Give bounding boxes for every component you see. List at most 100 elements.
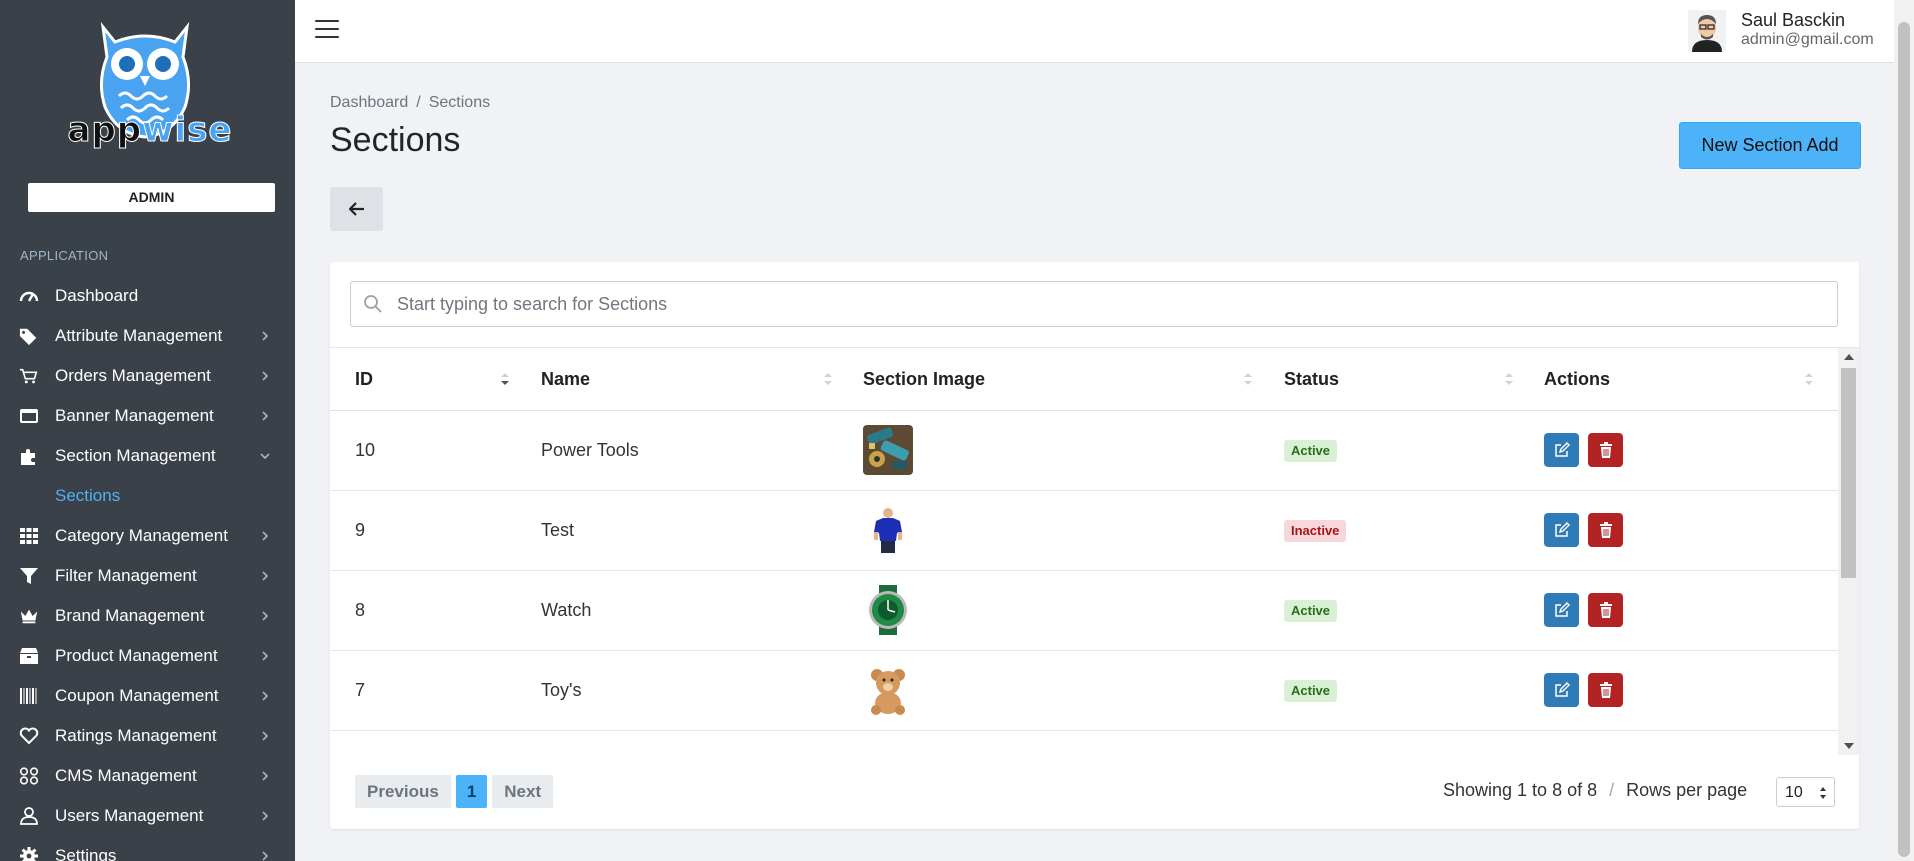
teddy-bear-image [863, 665, 913, 715]
delete-button[interactable] [1588, 593, 1623, 627]
banner-icon [19, 407, 39, 425]
showing-text: Showing 1 to 8 of 8 [1443, 780, 1598, 800]
sidebar-item-filter-management[interactable]: Filter Management [0, 556, 295, 596]
sidebar-item-product-management[interactable]: Product Management [0, 636, 295, 676]
cell-name: Watch [541, 600, 592, 620]
puzzle-icon [19, 447, 39, 465]
chevron-down-icon [260, 453, 270, 460]
column-header-name[interactable]: Name [541, 348, 590, 410]
previous-page-button[interactable]: Previous [355, 775, 451, 808]
page-scrollbar[interactable] [1894, 0, 1914, 861]
tags-icon [19, 327, 39, 345]
edit-button[interactable] [1544, 593, 1579, 627]
arrow-left-icon [348, 202, 364, 216]
sidebar: appwise ADMIN APPLICATION Dashboard Attr… [0, 0, 295, 861]
hamburger-menu-icon[interactable] [315, 20, 339, 40]
column-header-id[interactable]: ID [355, 348, 373, 410]
sidebar-item-category-management[interactable]: Category Management [0, 516, 295, 556]
breadcrumb-dashboard-link[interactable]: Dashboard [330, 94, 408, 111]
sidebar-item-section-management[interactable]: Section Management [0, 436, 295, 476]
cart-icon [19, 367, 39, 385]
column-header-status[interactable]: Status [1284, 348, 1339, 410]
delete-button[interactable] [1588, 673, 1623, 707]
pagination-summary: Showing 1 to 8 of 8 / Rows per page [1443, 780, 1747, 801]
chevron-right-icon [262, 571, 269, 581]
chevron-right-icon [262, 771, 269, 781]
edit-button[interactable] [1544, 513, 1579, 547]
trash-icon [1599, 522, 1612, 538]
search-input[interactable] [395, 282, 1829, 326]
next-page-button[interactable]: Next [492, 775, 554, 808]
edit-icon [1554, 602, 1570, 617]
cell-name: Power Tools [541, 440, 639, 460]
cms-icon [19, 767, 39, 785]
chevron-right-icon [262, 691, 269, 701]
delete-button[interactable] [1588, 433, 1623, 467]
dashboard-icon [19, 287, 39, 305]
table-row: 10 Power Tools Active [330, 410, 1838, 491]
trash-icon [1599, 442, 1612, 458]
table-row: 8 Watch Active [330, 570, 1838, 651]
box-icon [19, 647, 39, 665]
sidebar-item-orders-management[interactable]: Orders Management [0, 356, 295, 396]
sort-icon[interactable] [823, 372, 833, 386]
sidebar-item-users-management[interactable]: Users Management [0, 796, 295, 836]
sidebar-subitem-label: Sections [55, 486, 121, 505]
sections-card: ID Name Section Image Status Actions 10 … [330, 262, 1859, 829]
back-button[interactable] [330, 187, 383, 231]
page-scrollbar-thumb[interactable] [1898, 22, 1910, 857]
column-header-section-image[interactable]: Section Image [863, 348, 985, 410]
sidebar-item-label: Brand Management [55, 606, 205, 625]
sidebar-item-dashboard[interactable]: Dashboard [0, 276, 295, 316]
sidebar-item-settings[interactable]: Settings [0, 836, 295, 861]
cell-id: 7 [355, 680, 366, 700]
power-tools-image [863, 425, 913, 475]
pagination: Previous 1 Next [355, 775, 554, 808]
column-header-actions[interactable]: Actions [1544, 348, 1610, 410]
rows-per-page-label: Rows per page [1626, 780, 1748, 800]
crown-icon [19, 607, 39, 625]
grid-icon [19, 527, 39, 545]
sidebar-subitem-sections[interactable]: Sections [0, 476, 295, 516]
chevron-right-icon [262, 331, 269, 341]
sidebar-nav: Dashboard Attribute Management Orders Ma… [0, 276, 295, 861]
sort-icon[interactable] [1804, 372, 1814, 386]
rows-per-page-value: 10 [1785, 784, 1803, 801]
sidebar-item-brand-management[interactable]: Brand Management [0, 596, 295, 636]
sort-icon[interactable] [1504, 372, 1514, 386]
scroll-down-arrow-icon[interactable] [1844, 743, 1854, 749]
page-1-button[interactable]: 1 [455, 775, 488, 808]
pagination-separator: / [1609, 780, 1615, 800]
table-scrollbar[interactable] [1838, 348, 1859, 755]
table-scrollbar-thumb[interactable] [1841, 368, 1856, 578]
rows-per-page-select[interactable]: 10 [1776, 777, 1835, 807]
sort-icon[interactable] [1243, 372, 1253, 386]
status-badge: Active [1284, 440, 1338, 462]
brand-wordmark: appwise [67, 110, 233, 151]
table-row: 9 Test Inactive [330, 490, 1838, 571]
new-section-add-button[interactable]: New Section Add [1679, 122, 1861, 169]
sidebar-item-coupon-management[interactable]: Coupon Management [0, 676, 295, 716]
delete-button[interactable] [1588, 513, 1623, 547]
edit-icon [1554, 522, 1570, 537]
nav-heading: APPLICATION [20, 248, 109, 263]
chevron-right-icon [262, 731, 269, 741]
sidebar-item-attribute-management[interactable]: Attribute Management [0, 316, 295, 356]
sidebar-item-label: Orders Management [55, 366, 211, 385]
sidebar-item-ratings-management[interactable]: Ratings Management [0, 716, 295, 756]
cell-id: 9 [355, 520, 366, 540]
edit-button[interactable] [1544, 673, 1579, 707]
edit-button[interactable] [1544, 433, 1579, 467]
sidebar-item-label: Banner Management [55, 406, 214, 425]
chevron-right-icon [262, 811, 269, 821]
sidebar-item-label: Settings [55, 846, 117, 861]
sort-desc-icon[interactable] [500, 372, 510, 386]
sidebar-item-label: Section Management [55, 446, 216, 465]
user-avatar[interactable] [1688, 10, 1726, 52]
edit-icon [1554, 682, 1570, 697]
sidebar-item-cms-management[interactable]: CMS Management [0, 756, 295, 796]
gear-icon [19, 847, 39, 861]
sidebar-item-label: Attribute Management [55, 326, 223, 345]
scroll-up-arrow-icon[interactable] [1844, 354, 1854, 360]
sidebar-item-banner-management[interactable]: Banner Management [0, 396, 295, 436]
